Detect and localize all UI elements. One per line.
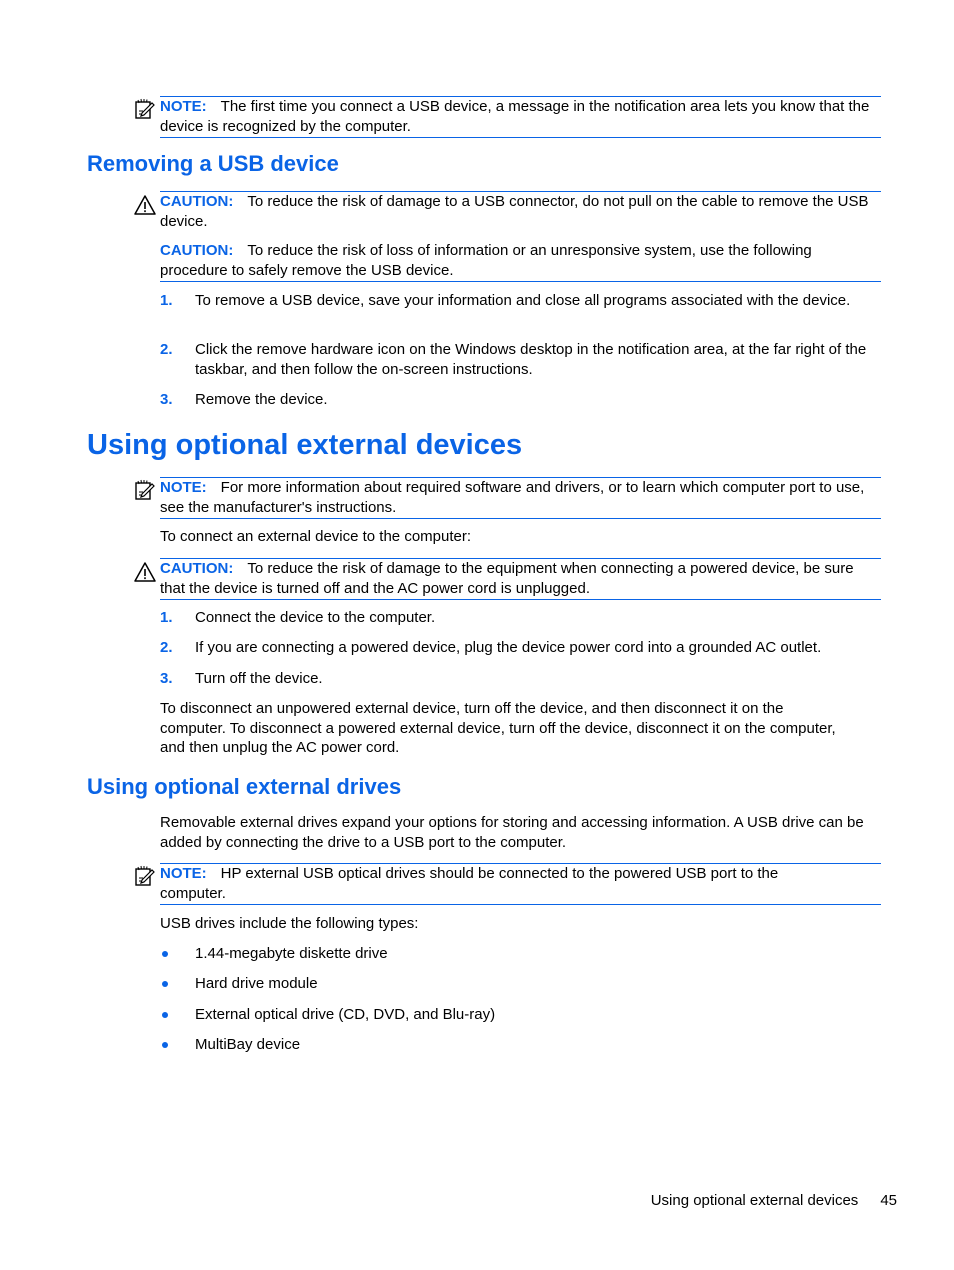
bullet-icon [162,951,168,957]
caution-icon [134,562,156,582]
list-item: External optical drive (CD, DVD, and Blu… [160,1005,881,1025]
note-text: The first time you connect a USB device,… [160,98,870,135]
list-item: 3. Turn off the device. [160,669,881,689]
note-box: NOTE: The first time you connect a USB de… [135,96,881,138]
caution-label: CAUTION: [160,560,234,577]
note-icon [135,865,155,886]
bullet-icon [162,1012,168,1018]
list-item-text: 1.44-megabyte diskette drive [195,945,388,962]
step-number: 2. [160,639,173,656]
list-item-text: External optical drive (CD, DVD, and Blu… [195,1006,496,1023]
note-box: NOTE: HP external USB optical drives shou… [135,863,881,905]
note-label: NOTE: [160,479,207,496]
caution-text: To reduce the risk of loss of informatio… [160,242,812,279]
page-footer: Using optional external devices 45 [651,1192,897,1209]
footer-section-title: Using optional external devices [650,1192,859,1209]
note-box: NOTE: For more information about required… [135,477,881,519]
note-label: NOTE: [160,98,207,115]
list-item: 2. Click the remove hardware icon on the… [160,340,881,379]
caution-box: CAUTION: To reduce the risk of damage to … [134,558,881,600]
caution-box: CAUTION: To reduce the risk of damage to … [134,191,881,282]
note-text: HP external USB optical drives should be… [160,865,779,902]
paragraph: To disconnect an unpowered external devi… [160,700,836,756]
step-text: Turn off the device. [195,670,323,687]
page-number: 45 [880,1192,897,1209]
bullet-icon [162,1042,168,1048]
list-item: 3. Remove the device. [160,390,881,410]
step-number: 3. [160,670,173,687]
caution-label: CAUTION: [160,193,234,210]
list-item: 2. If you are connecting a powered devic… [160,638,881,658]
step-text: Remove the device. [195,391,328,408]
list-item: 1. To remove a USB device, save your inf… [160,291,881,311]
list-item: 1.44-megabyte diskette drive [160,944,881,964]
caution-text: To reduce the risk of damage to a USB co… [160,193,869,230]
list-item: MultiBay device [160,1035,881,1055]
paragraph: USB drives include the following types: [160,915,419,932]
step-text: Click the remove hardware icon on the Wi… [195,341,867,378]
bullet-icon [162,981,168,987]
step-number: 2. [160,341,173,358]
section-heading-external-drives: Using optional external drives [87,774,402,799]
caution-icon [134,195,156,215]
caution-text: To reduce the risk of damage to the equi… [160,560,854,597]
list-item: Hard drive module [160,974,881,994]
step-number: 3. [160,391,173,408]
list-item: 1. Connect the device to the computer. [160,608,881,628]
list-item-text: MultiBay device [195,1036,301,1053]
note-label: NOTE: [160,865,207,882]
section-heading-removing-usb: Removing a USB device [87,151,339,176]
step-number: 1. [160,609,173,626]
page-title: Using optional external devices [87,429,523,461]
caution-label: CAUTION: [160,242,234,259]
note-text: For more information about required soft… [160,479,865,516]
note-icon [135,98,155,119]
step-text: Connect the device to the computer. [195,609,436,626]
paragraph: Removable external drives expand your op… [160,814,864,851]
step-text: To remove a USB device, save your inform… [195,292,851,309]
step-number: 1. [160,292,173,309]
note-icon [135,479,155,500]
paragraph: To connect an external device to the com… [160,528,472,545]
step-text: If you are connecting a powered device, … [195,639,822,656]
list-item-text: Hard drive module [195,975,318,992]
